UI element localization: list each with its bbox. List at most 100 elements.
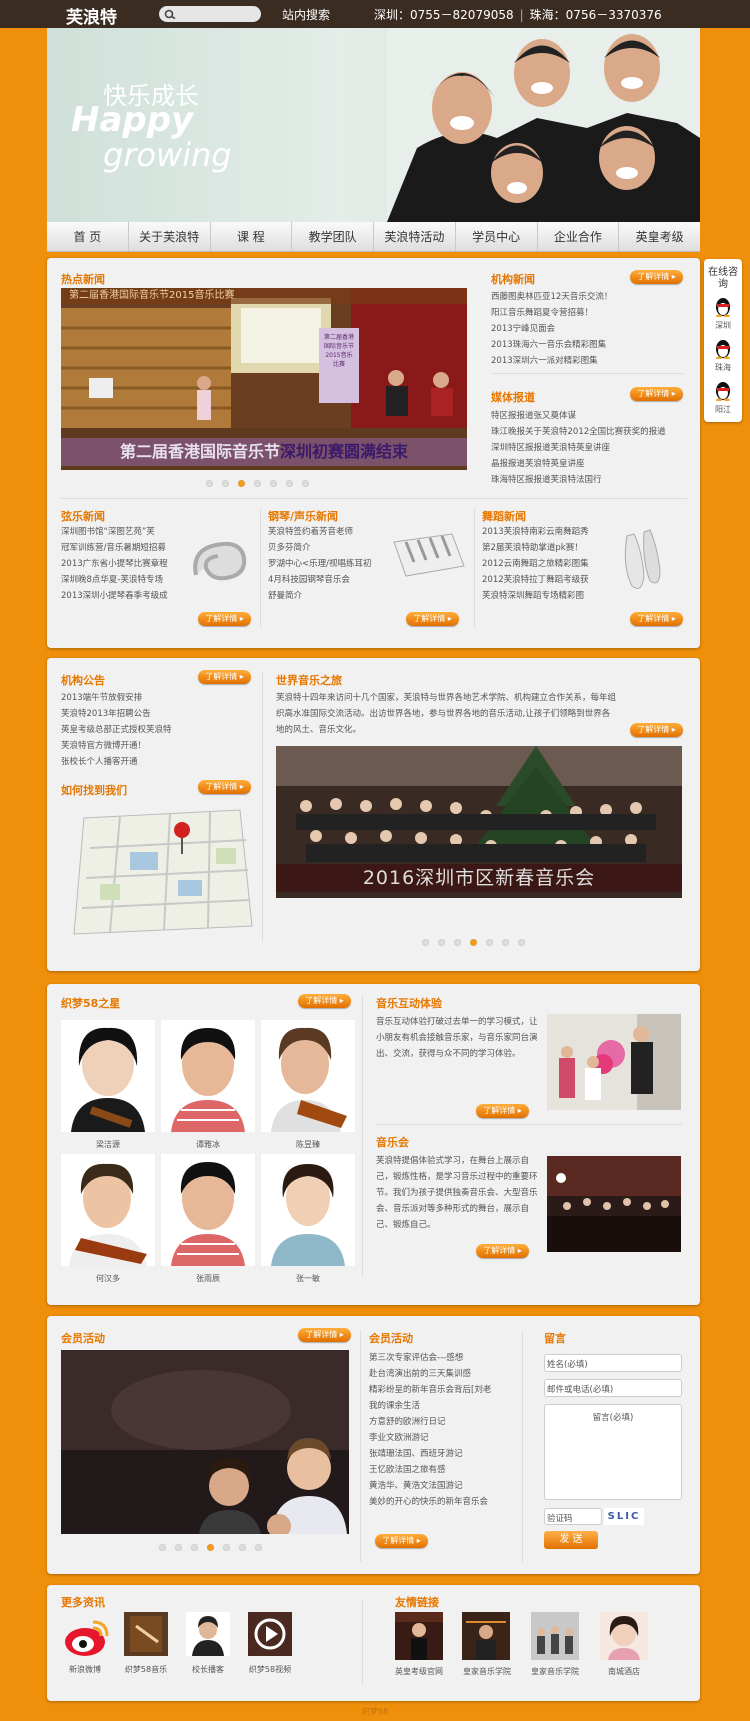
pager-dot[interactable] [518, 939, 525, 946]
search-input[interactable] [159, 6, 261, 22]
hot-news-slide[interactable]: 第二届香港国际音乐节2015音乐比赛 第二届香港国际音乐节2015音乐比赛 第二… [61, 288, 467, 470]
concert-photo[interactable] [547, 1156, 681, 1252]
list-item[interactable]: 王忆欧法国之旅有感 [369, 1462, 509, 1478]
list-item[interactable]: 第2届芙浪特助掌道pk赛！ [482, 540, 604, 556]
star-photo[interactable] [61, 1020, 155, 1132]
nav-activities[interactable]: 芙浪特活动 [374, 222, 456, 251]
pager-dot[interactable] [302, 480, 309, 487]
more-info-thumb[interactable] [124, 1612, 168, 1656]
nav-business[interactable]: 企业合作 [538, 222, 620, 251]
link-thumb[interactable] [600, 1612, 648, 1660]
list-item[interactable]: 4月科技园钢琴音乐会 [268, 572, 386, 588]
list-item[interactable]: 2013珠海六一音乐会精彩图集 [491, 337, 687, 353]
star-photo[interactable] [161, 1020, 255, 1132]
pager-dot[interactable] [438, 939, 445, 946]
list-item[interactable]: 2012芙浪特拉丁舞蹈考级获 [482, 572, 604, 588]
list-item[interactable]: 2013深圳六一派对精彩图集 [491, 353, 687, 369]
nav-home[interactable]: 首 页 [47, 222, 129, 251]
list-item[interactable]: 芙浪特深圳舞蹈专场精彩图 [482, 588, 604, 604]
interactive-photo[interactable] [547, 1014, 681, 1110]
list-item[interactable]: 芙浪特签约着芳音老师 [268, 524, 386, 540]
list-item[interactable]: 2013广东省小提琴比赛章程 [61, 556, 179, 572]
pager-dot[interactable] [222, 480, 229, 487]
list-item[interactable]: 张校长个人播客开通 [61, 754, 251, 770]
concert-more-button[interactable]: 了解详情 ▸ [476, 1244, 529, 1258]
star-photo[interactable] [261, 1154, 355, 1266]
list-item[interactable]: 英皇考级总部正式授权芙浪特 [61, 722, 251, 738]
site-logo[interactable]: 芙浪特 [66, 3, 117, 28]
member-activity-slide[interactable] [61, 1350, 349, 1534]
list-item[interactable]: 晶报报道芙浪特英皇讲座 [491, 456, 687, 472]
pager-dot[interactable] [254, 480, 261, 487]
list-item[interactable]: 第三次专家评估会---感想 [369, 1350, 509, 1366]
stars-more-button[interactable]: 了解详情 ▸ [298, 994, 351, 1008]
pager-dot-active[interactable] [470, 939, 477, 946]
star-photo[interactable] [261, 1020, 355, 1132]
link-thumb[interactable] [531, 1612, 579, 1660]
list-item[interactable]: 方意舒的欧洲行日记 [369, 1414, 509, 1430]
list-item[interactable]: 2013芙浪特南彩云南舞蹈秀 [482, 524, 604, 540]
more-info-thumb[interactable] [186, 1612, 230, 1656]
site-search-link[interactable]: 站内搜索 [282, 6, 330, 23]
pager-dot[interactable] [255, 1544, 262, 1551]
nav-students[interactable]: 学员中心 [456, 222, 538, 251]
world-tour-slide[interactable]: 2016深圳市区新春音乐会 [276, 746, 682, 898]
qq-zhuhai[interactable]: 珠海 [704, 337, 742, 373]
search-icon[interactable] [164, 9, 176, 19]
list-item[interactable]: 特区报报道张又奠体谋 [491, 408, 687, 424]
pager-dot[interactable] [206, 480, 213, 487]
link-thumb[interactable] [462, 1612, 510, 1660]
list-item[interactable]: 2012云南舞蹈之旅精彩图集 [482, 556, 604, 572]
contact-field[interactable]: 邮件或电话(必填) [544, 1379, 682, 1397]
pager-dot[interactable] [502, 939, 509, 946]
pager-dot[interactable] [270, 480, 277, 487]
pager-dot[interactable] [239, 1544, 246, 1551]
submit-button[interactable]: 发 送 [544, 1531, 598, 1549]
nav-team[interactable]: 教学团队 [292, 222, 374, 251]
list-item[interactable]: 珠海特区报报道芙浪特法国行 [491, 472, 687, 488]
list-item[interactable]: 珠江晚报关于芙浪特2012全国比赛获奖的报道 [491, 424, 687, 440]
name-field[interactable]: 姓名(必填) [544, 1354, 682, 1372]
pager-dot[interactable] [175, 1544, 182, 1551]
qq-yangjiang[interactable]: 阳江 [704, 379, 742, 415]
map-image[interactable] [70, 808, 254, 936]
star-photo[interactable] [61, 1154, 155, 1266]
list-item[interactable]: 舒曼简介 [268, 588, 386, 604]
list-item[interactable]: 西藤图奥林匹亚12天音乐交流！ [491, 289, 687, 305]
list-item[interactable]: 深圳特区报报道芙浪特英皇讲座 [491, 440, 687, 456]
list-item[interactable]: 深圳图书馆“深图艺苑”芙 [61, 524, 179, 540]
pager-dot-active[interactable] [238, 480, 245, 487]
pager-dot[interactable] [223, 1544, 230, 1551]
member-list-more-button[interactable]: 了解详情 ▸ [375, 1534, 428, 1548]
list-item[interactable]: 芙浪特2013年招聘公告 [61, 706, 251, 722]
world-tour-more-button[interactable]: 了解详情 ▸ [630, 723, 683, 737]
list-item[interactable]: 罗湖中心<乐理/视唱练耳初 [268, 556, 386, 572]
dance-news-more-button[interactable]: 了解详情 ▸ [630, 612, 683, 626]
org-news-more-button[interactable]: 了解详情 ▸ [630, 270, 683, 284]
list-item[interactable]: 2013宁峰见面会 [491, 321, 687, 337]
notice-more-button[interactable]: 了解详情 ▸ [198, 670, 251, 684]
link-thumb[interactable] [395, 1612, 443, 1660]
nav-courses[interactable]: 课 程 [211, 222, 293, 251]
weibo-icon[interactable] [63, 1616, 111, 1660]
string-news-more-button[interactable]: 了解详情 ▸ [198, 612, 251, 626]
media-more-button[interactable]: 了解详情 ▸ [630, 387, 683, 401]
pager-dot[interactable] [286, 480, 293, 487]
captcha-field[interactable]: 验证码 [544, 1508, 602, 1525]
pager-dot[interactable] [191, 1544, 198, 1551]
list-item[interactable]: 贝多芬简介 [268, 540, 386, 556]
qq-shenzhen[interactable]: 深圳 [704, 295, 742, 331]
nav-about[interactable]: 关于芙浪特 [129, 222, 211, 251]
list-item[interactable]: 张靖珊法国、西班牙游记 [369, 1446, 509, 1462]
captcha-image[interactable]: SLIC [604, 1508, 644, 1525]
pager-dot[interactable] [159, 1544, 166, 1551]
pager-dot[interactable] [454, 939, 461, 946]
list-item[interactable]: 芙浪特官方微博开通！ [61, 738, 251, 754]
star-photo[interactable] [161, 1154, 255, 1266]
list-item[interactable]: 李业文欧洲游记 [369, 1430, 509, 1446]
interactive-more-button[interactable]: 了解详情 ▸ [476, 1104, 529, 1118]
list-item[interactable]: 精彩纷呈的新年音乐会背后[刘老 [369, 1382, 509, 1398]
list-item[interactable]: 阳江音乐舞蹈夏令营招募！ [491, 305, 687, 321]
list-item[interactable]: 2013端午节放假安排 [61, 690, 251, 706]
find-us-more-button[interactable]: 了解详情 ▸ [198, 780, 251, 794]
